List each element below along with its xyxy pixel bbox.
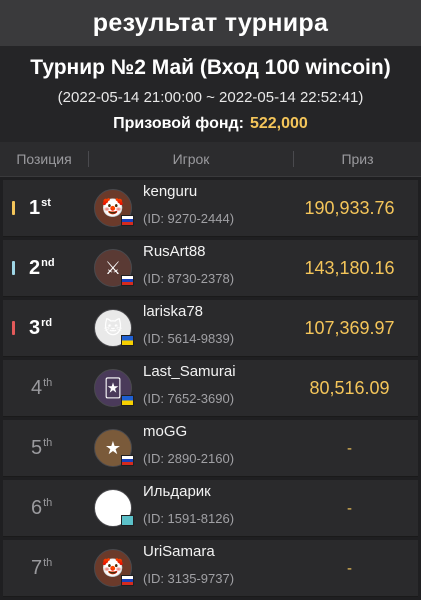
rank-cell: 3rd [3, 300, 77, 356]
rank-value: 2 [29, 256, 41, 279]
prize-fund-value: 522,000 [249, 115, 308, 132]
prize-amount: - [347, 499, 352, 517]
rank-suffix: th [43, 556, 53, 569]
russia-flag-icon [121, 455, 134, 466]
col-header-prize: Приз [341, 151, 374, 167]
rank-value: 3 [29, 316, 41, 339]
rank-number: 3rd [29, 317, 52, 340]
table-row[interactable]: 1st 🤡 kenguru (ID: 9270-2444) 190,933.76 [3, 180, 418, 237]
prize-amount: - [347, 559, 352, 577]
player-info: Last_Samurai (ID: 7652-3690) [143, 363, 273, 406]
player-name[interactable]: Ильдарик [143, 483, 273, 500]
avatar-face: ♣ [107, 497, 119, 518]
rank-suffix: th [43, 436, 53, 449]
rank-cell: 2nd [3, 240, 77, 296]
avatar-face: 🃏 [103, 377, 123, 398]
player-id: (ID: 1591-8126) [143, 510, 235, 526]
tournament-header: Турнир №2 Май (Вход 100 wincoin) (2022-0… [0, 46, 421, 142]
rank-number: 2nd [29, 257, 55, 280]
table-row[interactable]: 6th ♣ Ильдарик (ID: 1591-8126) - [3, 480, 418, 537]
rank-number: 4th [31, 377, 52, 400]
rank-indicator [12, 321, 15, 335]
prize-amount: - [347, 439, 352, 457]
player-id: (ID: 3135-9737) [143, 570, 235, 586]
rank-suffix: th [43, 496, 53, 509]
table-row[interactable]: 3rd 🐱 lariska78 (ID: 5614-9839) 107,369.… [3, 300, 418, 357]
prize-amount: 107,369.97 [304, 317, 395, 338]
rank-value: 7 [31, 556, 43, 579]
hero-avatar-icon[interactable]: ★ [94, 429, 134, 467]
jester-avatar-icon[interactable]: 🃏 [94, 369, 134, 407]
table-row[interactable]: 2nd ⚔ RusArt88 (ID: 8730-2378) 143,180.1… [3, 240, 418, 297]
player-id: (ID: 7652-3690) [143, 390, 235, 406]
rank-suffix: nd [41, 256, 55, 269]
col-header-position: Позиция [0, 151, 89, 167]
player-name[interactable]: RusArt88 [143, 243, 273, 260]
rank-cell: 4th [3, 360, 77, 416]
russia-flag-icon [121, 215, 134, 226]
player-name[interactable]: UriSamara [143, 543, 273, 560]
prize-fund-label: Призовой фонд: [113, 115, 244, 132]
player-id: (ID: 2890-2160) [143, 450, 235, 466]
prize-amount: 143,180.16 [304, 257, 395, 278]
player-name[interactable]: lariska78 [143, 303, 273, 320]
rank-number: 7th [31, 557, 52, 580]
player-info: UriSamara (ID: 3135-9737) [143, 543, 273, 586]
table-row[interactable]: 4th 🃏 Last_Samurai (ID: 7652-3690) 80,51… [3, 360, 418, 417]
clover-avatar-icon[interactable]: ♣ [94, 489, 134, 527]
tournament-time: (2022-05-14 21:00:00 ~ 2022-05-14 22:52:… [57, 89, 364, 106]
rank-number: 5th [31, 437, 52, 460]
page-title: результат турнира [0, 0, 421, 46]
ukraine-flag-icon [121, 395, 134, 406]
ukraine-flag-icon [121, 335, 134, 346]
player-info: moGG (ID: 2890-2160) [143, 423, 273, 466]
white-cat-avatar-icon[interactable]: 🐱 [94, 309, 134, 347]
player-id: (ID: 5614-9839) [143, 330, 235, 346]
rank-value: 1 [29, 196, 41, 219]
rank-value: 5 [31, 436, 43, 459]
clown-avatar-icon[interactable]: 🤡 [94, 189, 134, 227]
prize-amount: 80,516.09 [309, 377, 390, 398]
player-id: (ID: 8730-2378) [143, 270, 235, 286]
rank-cell: 6th [3, 480, 77, 536]
russia-flag-icon [121, 275, 134, 286]
player-info: Ильдарик (ID: 1591-8126) [143, 483, 273, 526]
rank-suffix: rd [41, 316, 53, 329]
player-id: (ID: 9270-2444) [143, 210, 235, 226]
player-info: RusArt88 (ID: 8730-2378) [143, 243, 273, 286]
russia-flag-icon [121, 575, 134, 586]
tournament-name: Турнир №2 Май (Вход 100 wincoin) [30, 56, 391, 79]
warrior-avatar-icon[interactable]: ⚔ [94, 249, 134, 287]
rank-value: 4 [31, 376, 43, 399]
rank-indicator [12, 261, 15, 275]
avatar-face: ★ [104, 437, 122, 458]
player-name[interactable]: moGG [143, 423, 273, 440]
prize-fund: Призовой фонд: 522,000 [0, 115, 421, 133]
avatar-face: 🐱 [103, 317, 123, 338]
globe-flag-icon [121, 515, 134, 526]
rank-indicator [12, 201, 15, 215]
player-name[interactable]: kenguru [143, 183, 273, 200]
col-header-player: Игрок [89, 151, 294, 167]
player-info: kenguru (ID: 9270-2444) [143, 183, 273, 226]
table-row[interactable]: 5th ★ moGG (ID: 2890-2160) - [3, 420, 418, 477]
rank-cell: 5th [3, 420, 77, 476]
player-name[interactable]: Last_Samurai [143, 363, 273, 380]
rank-suffix: st [41, 196, 51, 209]
table-row[interactable]: 7th 🤡 UriSamara (ID: 3135-9737) - [3, 540, 418, 597]
rank-cell: 1st [3, 180, 77, 236]
results-list: 1st 🤡 kenguru (ID: 9270-2444) 190,933.76… [0, 177, 421, 597]
rank-suffix: th [43, 376, 53, 389]
prize-amount: 190,933.76 [304, 197, 395, 218]
avatar-face: ⚔ [104, 257, 122, 278]
player-info: lariska78 (ID: 5614-9839) [143, 303, 273, 346]
rank-value: 6 [31, 496, 43, 519]
rank-number: 6th [31, 497, 52, 520]
results-table-header: Позиция Игрок Приз [0, 142, 421, 177]
clown-avatar-icon[interactable]: 🤡 [94, 549, 134, 587]
rank-number: 1st [29, 197, 51, 220]
rank-cell: 7th [3, 540, 77, 596]
